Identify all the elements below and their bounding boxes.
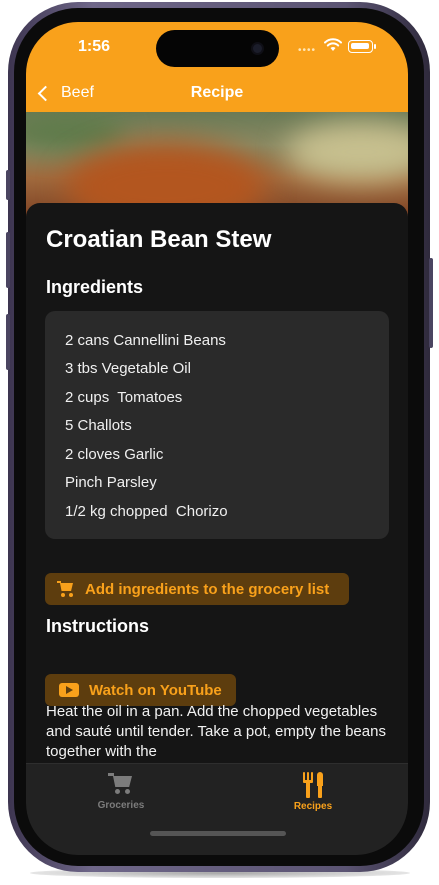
wifi-icon (324, 38, 342, 51)
play-icon (59, 683, 79, 697)
battery-tip (374, 44, 376, 49)
list-item: 3 tbs Vegetable Oil (65, 360, 191, 377)
camera-icon (253, 44, 262, 53)
ingredients-heading: Ingredients (46, 277, 144, 297)
list-item: 5 Challots (65, 417, 132, 434)
tab-recipes[interactable]: Recipes (263, 772, 363, 812)
nav-title: Recipe (190, 84, 244, 101)
cart-icon (57, 581, 75, 597)
list-item: 2 cans Cannellini Beans (65, 332, 226, 349)
photo-blur-light (286, 122, 408, 182)
volume-down-button (6, 314, 10, 370)
fork-knife-icon (300, 772, 326, 798)
screen: 1:56 •••• Beef Recipe Croatian Bean Stew… (26, 22, 408, 855)
instructions-heading: Instructions (46, 616, 150, 636)
list-item: 1/2 kg chopped Chorizo (65, 503, 228, 520)
recipe-content[interactable]: Croatian Bean Stew Ingredients 2 cans Ca… (26, 203, 408, 763)
add-to-grocery-button[interactable]: Add ingredients to the grocery list (45, 573, 349, 605)
watch-youtube-label: Watch on YouTube (89, 681, 222, 699)
photo-blur-green (26, 112, 126, 152)
tab-label: Groceries (97, 800, 145, 811)
add-to-grocery-label: Add ingredients to the grocery list (85, 580, 330, 598)
list-item: 2 cloves Garlic (65, 446, 164, 463)
dynamic-island (156, 30, 279, 67)
volume-up-button (6, 232, 10, 288)
list-item: Pinch Parsley (65, 474, 157, 491)
nav-header: 1:56 •••• Beef Recipe (26, 22, 408, 112)
battery-icon (348, 40, 373, 53)
tab-label: Recipes (293, 801, 333, 812)
recipe-title: Croatian Bean Stew (46, 226, 272, 253)
home-indicator[interactable] (150, 831, 286, 836)
tab-groceries[interactable]: Groceries (71, 772, 171, 811)
ingredients-list: 2 cans Cannellini Beans 3 tbs Vegetable … (45, 311, 389, 539)
power-button (429, 258, 433, 348)
list-item: 2 cups Tomatoes (65, 389, 183, 406)
tab-bar: Groceries Recipes (26, 763, 408, 855)
action-button (6, 170, 10, 200)
instructions-text: Heat the oil in a pan. Add the chopped v… (46, 703, 386, 760)
cart-icon (108, 772, 134, 796)
status-icons: •••• (298, 38, 378, 56)
status-time: 1:56 (78, 38, 111, 55)
signal-dots-icon: •••• (298, 45, 317, 56)
